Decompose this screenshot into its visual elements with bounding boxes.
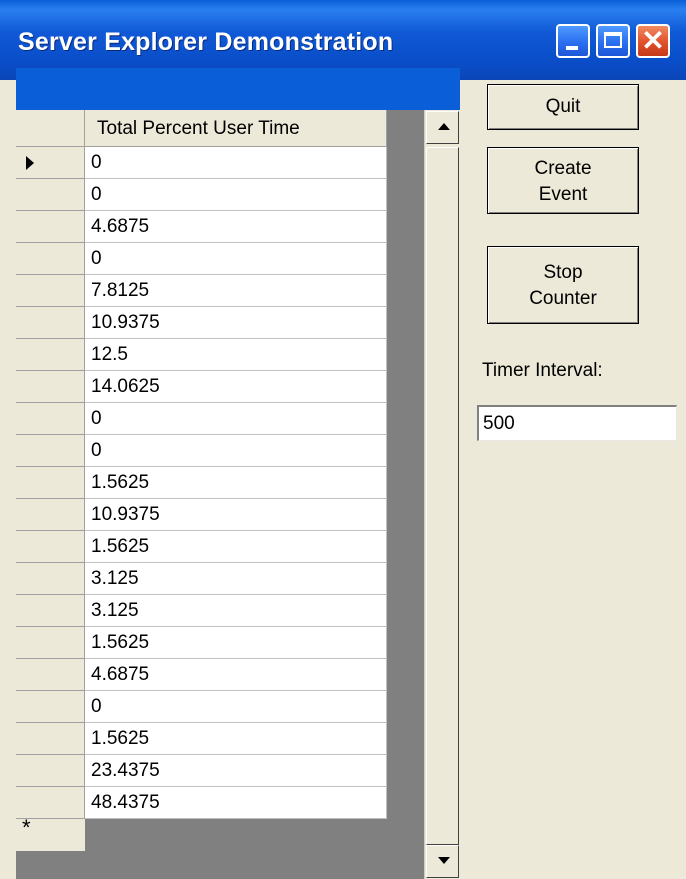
table-cell[interactable]: 0	[85, 179, 387, 211]
table-row[interactable]: 0	[16, 691, 387, 723]
scroll-up-button[interactable]	[426, 111, 459, 144]
create-event-label-line1: Create	[534, 158, 592, 179]
row-selector[interactable]	[16, 339, 85, 371]
table-cell[interactable]: 0	[85, 691, 387, 723]
table-cell[interactable]: 3.125	[85, 595, 387, 627]
timer-interval-input[interactable]	[477, 405, 677, 441]
row-selector[interactable]	[16, 723, 85, 755]
table-cell[interactable]: 14.0625	[85, 371, 387, 403]
table-row[interactable]: 4.6875	[16, 659, 387, 691]
table-cell[interactable]: 1.5625	[85, 627, 387, 659]
quit-button-label: Quit	[545, 96, 581, 117]
row-selector[interactable]	[16, 627, 85, 659]
table-cell[interactable]: 1.5625	[85, 467, 387, 499]
row-selector[interactable]	[16, 371, 85, 403]
table-row[interactable]: 0	[16, 435, 387, 467]
new-row-marker: *	[22, 815, 31, 840]
row-selector[interactable]	[16, 499, 85, 531]
table-cell[interactable]: 12.5	[85, 339, 387, 371]
table-cell[interactable]: 1.5625	[85, 723, 387, 755]
vertical-scrollbar[interactable]	[424, 110, 460, 879]
table-row[interactable]: 1.5625	[16, 723, 387, 755]
row-selector[interactable]	[16, 243, 85, 275]
new-row-selector[interactable]: *	[16, 815, 85, 851]
table-row[interactable]: 1.5625	[16, 627, 387, 659]
close-button[interactable]: ✕	[636, 24, 670, 58]
scroll-thumb[interactable]	[426, 147, 459, 845]
table-row[interactable]: 10.9375	[16, 307, 387, 339]
row-selector[interactable]	[16, 467, 85, 499]
row-selector[interactable]	[16, 403, 85, 435]
row-selector[interactable]	[16, 435, 85, 467]
grid-caption-bar	[16, 68, 460, 110]
table-cell[interactable]: 0	[85, 147, 387, 179]
row-selector[interactable]	[16, 563, 85, 595]
table-row[interactable]: 3.125	[16, 563, 387, 595]
row-selector[interactable]	[16, 595, 85, 627]
table-row[interactable]: 0	[16, 403, 387, 435]
stop-counter-button[interactable]: Stop Counter	[487, 246, 639, 324]
table-cell[interactable]: 1.5625	[85, 531, 387, 563]
window-title: Server Explorer Demonstration	[18, 28, 394, 56]
maximize-icon	[598, 26, 628, 56]
table-cell[interactable]: 48.4375	[85, 787, 387, 819]
table-row[interactable]: 7.8125	[16, 275, 387, 307]
row-header-corner[interactable]	[16, 110, 85, 147]
create-event-label-line2: Event	[538, 184, 588, 205]
row-selector[interactable]	[16, 147, 85, 179]
table-row[interactable]: 4.6875	[16, 211, 387, 243]
table-cell[interactable]: 10.9375	[85, 499, 387, 531]
data-grid[interactable]: Total Percent User Time 0 0 4.6875 0 7.8125 1…	[16, 68, 460, 879]
minimize-button[interactable]	[556, 24, 590, 58]
row-selector[interactable]	[16, 531, 85, 563]
table-row[interactable]: 0	[16, 179, 387, 211]
maximize-button[interactable]	[596, 24, 630, 58]
column-header-label: Total Percent User Time	[97, 118, 300, 139]
table-cell[interactable]: 3.125	[85, 563, 387, 595]
row-selector[interactable]	[16, 211, 85, 243]
new-row[interactable]: *	[16, 815, 387, 851]
row-selector[interactable]	[16, 659, 85, 691]
timer-interval-label: Timer Interval:	[482, 360, 603, 381]
row-selector[interactable]	[16, 275, 85, 307]
table-row[interactable]: 23.4375	[16, 755, 387, 787]
table-cell[interactable]: 0	[85, 435, 387, 467]
table-cell[interactable]: 0	[85, 403, 387, 435]
close-icon: ✕	[641, 25, 665, 56]
quit-button[interactable]: Quit	[487, 84, 639, 130]
scroll-down-button[interactable]	[426, 845, 459, 878]
row-selector[interactable]	[16, 179, 85, 211]
row-pointer-icon	[26, 156, 34, 170]
table-cell[interactable]: 0	[85, 243, 387, 275]
scroll-up-arrow-icon	[438, 123, 450, 130]
table-row[interactable]: 10.9375	[16, 499, 387, 531]
table-row[interactable]: 14.0625	[16, 371, 387, 403]
create-event-button[interactable]: Create Event	[487, 147, 639, 214]
table-row[interactable]: 1.5625	[16, 467, 387, 499]
table-cell[interactable]: 7.8125	[85, 275, 387, 307]
stop-counter-label-line1: Stop	[543, 262, 583, 283]
row-selector[interactable]	[16, 307, 85, 339]
row-selector[interactable]	[16, 755, 85, 787]
table-row[interactable]: 48.4375	[16, 787, 387, 819]
grid-rows: 0 0 4.6875 0 7.8125 10.9375 12.5 14.0625 0 0 1.562…	[16, 147, 387, 851]
table-row[interactable]: 12.5	[16, 339, 387, 371]
minimize-icon	[558, 26, 588, 56]
table-cell[interactable]: 4.6875	[85, 211, 387, 243]
table-row[interactable]: 0	[16, 243, 387, 275]
table-row[interactable]: 0	[16, 147, 387, 179]
table-cell[interactable]: 4.6875	[85, 659, 387, 691]
scroll-down-arrow-icon	[438, 857, 450, 864]
table-cell[interactable]: 23.4375	[85, 755, 387, 787]
stop-counter-label-line2: Counter	[529, 288, 597, 309]
table-cell[interactable]: 10.9375	[85, 307, 387, 339]
row-selector[interactable]	[16, 691, 85, 723]
table-row[interactable]: 3.125	[16, 595, 387, 627]
column-header[interactable]: Total Percent User Time	[85, 110, 387, 147]
table-row[interactable]: 1.5625	[16, 531, 387, 563]
